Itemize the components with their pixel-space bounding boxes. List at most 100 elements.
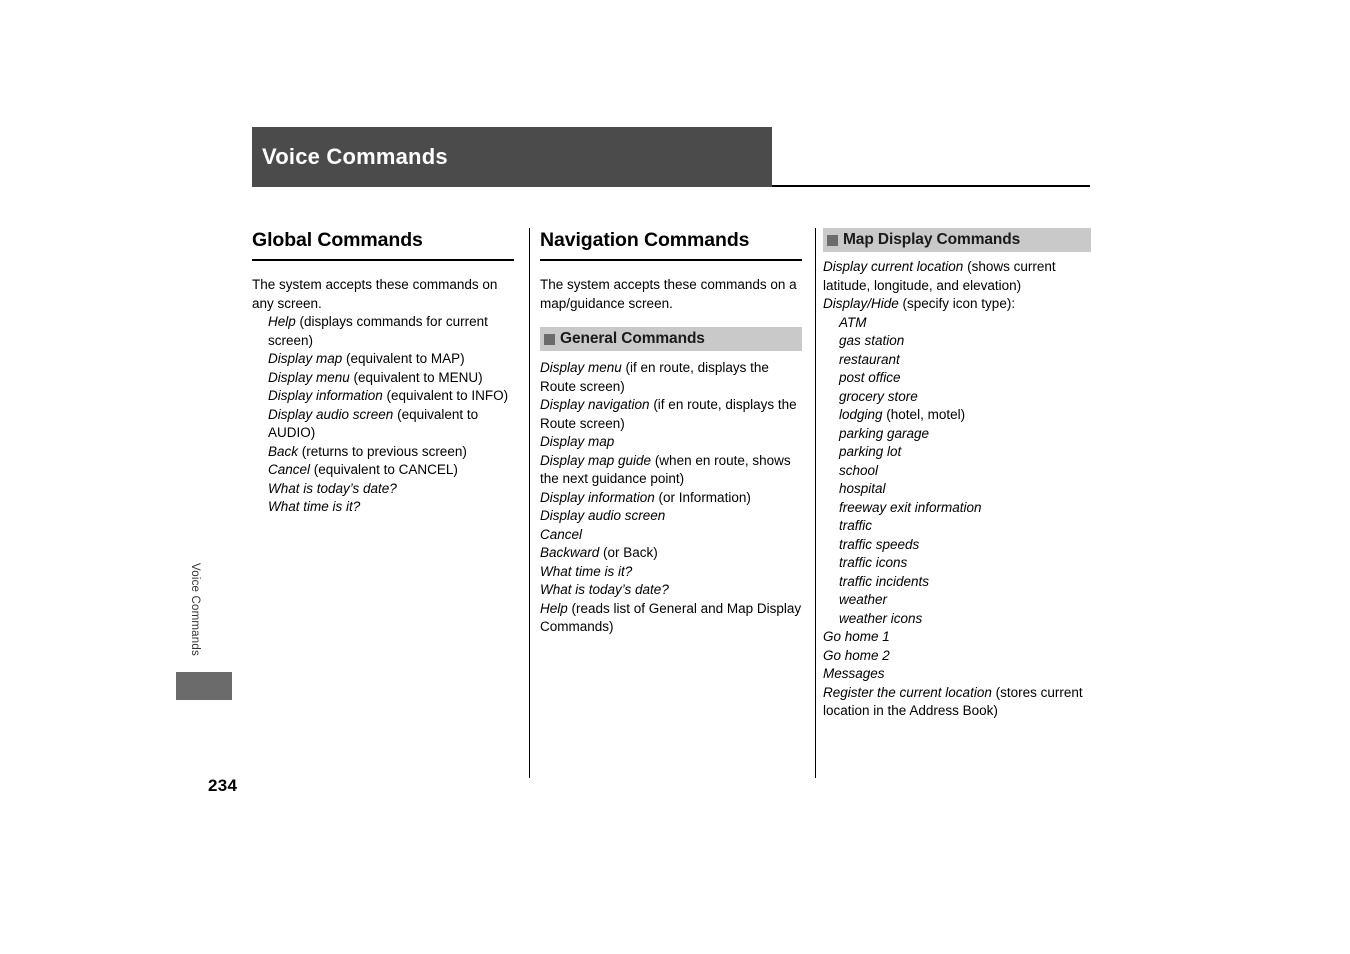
list-item: Display map — [540, 433, 802, 452]
list-item: restaurant — [839, 351, 1091, 370]
map-display-commands-section-header: Map Display Commands — [823, 228, 1091, 252]
command-term: Help — [540, 600, 568, 616]
command-term: weather icons — [839, 610, 923, 626]
list-item: Back (returns to previous screen) — [268, 443, 514, 462]
list-item: post office — [839, 369, 1091, 388]
list-item: Display current location (shows current … — [823, 258, 1091, 295]
global-commands-heading: Global Commands — [252, 229, 423, 251]
list-item: ATM — [839, 314, 1091, 333]
list-item: What time is it? — [540, 563, 802, 582]
list-item: Display audio screen — [540, 507, 802, 526]
list-item: Display/Hide (specify icon type): — [823, 295, 1091, 314]
navigation-commands-heading-rule — [540, 259, 802, 261]
command-term: Back — [268, 443, 299, 459]
list-item: Display map (equivalent to MAP) — [268, 350, 514, 369]
command-term: traffic incidents — [839, 573, 930, 589]
command-term: Display information — [540, 489, 655, 505]
column-navigation-commands: Navigation Commands The system accepts t… — [540, 228, 802, 637]
command-term: What is today’s date? — [540, 582, 669, 597]
list-item: What is today’s date? — [268, 480, 514, 499]
command-note: (reads list of General and Map Display C… — [540, 600, 802, 635]
command-term: Messages — [823, 666, 885, 681]
command-term: ATM — [839, 314, 867, 330]
command-note: (equivalent to CANCEL) — [310, 462, 458, 477]
list-item: grocery store — [839, 388, 1091, 407]
command-term: traffic — [839, 518, 873, 533]
list-item: hospital — [839, 480, 1091, 499]
command-note: (or Back) — [599, 545, 658, 560]
list-item: What time is it? — [268, 498, 514, 517]
command-term: freeway exit information — [839, 499, 982, 515]
list-item: Display information (equivalent to INFO) — [268, 387, 514, 406]
list-item: school — [839, 462, 1091, 481]
square-bullet-icon — [544, 333, 555, 345]
running-head-label: Voice Commands — [189, 563, 201, 656]
column-map-display-commands: Map Display Commands Display current loc… — [823, 228, 1091, 721]
list-item: Go home 1 — [823, 628, 1091, 647]
page-number: 234 — [208, 776, 238, 795]
command-term: What is today’s date? — [268, 480, 397, 496]
list-item: Cancel (equivalent to CANCEL) — [268, 461, 514, 480]
command-term: Go home 1 — [823, 629, 890, 644]
command-term: Display audio screen — [540, 508, 666, 523]
section-tab-marker — [176, 672, 232, 700]
map-display-commands-section-title: Map Display Commands — [843, 231, 1021, 248]
list-item: traffic incidents — [839, 573, 1091, 592]
list-item: Backward (or Back) — [540, 544, 802, 563]
list-item: gas station — [839, 332, 1091, 351]
command-term: grocery store — [839, 388, 918, 404]
column-divider-2 — [815, 228, 816, 778]
command-term: gas station — [839, 333, 905, 348]
list-item: Display map guide (when en route, shows … — [540, 452, 802, 489]
list-item: Help (displays commands for current scre… — [268, 313, 514, 350]
list-item: weather — [839, 591, 1091, 610]
command-term: What time is it? — [540, 563, 633, 579]
list-item: traffic — [839, 517, 1091, 536]
list-item: Display navigation (if en route, display… — [540, 396, 802, 433]
command-note: (or Information) — [654, 489, 751, 505]
command-term: weather — [839, 592, 888, 607]
global-commands-list: Help (displays commands for current scre… — [268, 313, 514, 517]
command-term: Display/Hide — [823, 296, 899, 311]
command-term: parking garage — [839, 425, 930, 441]
command-note: (equivalent to INFO) — [382, 388, 509, 403]
global-commands-intro: The system accepts these commands on any… — [252, 277, 498, 311]
list-item: Display information (or Information) — [540, 489, 802, 508]
command-term: Display audio screen — [268, 406, 394, 422]
command-term: Display map guide — [540, 452, 652, 468]
command-term: Display menu — [268, 369, 350, 385]
command-term: hospital — [839, 481, 886, 496]
list-item: Register the current location (stores cu… — [823, 684, 1091, 721]
command-term: Register the current location — [823, 684, 992, 700]
command-term: restaurant — [839, 351, 900, 367]
command-term: school — [839, 462, 879, 478]
list-item: weather icons — [839, 610, 1091, 629]
command-term: Help — [268, 314, 296, 329]
command-term: traffic speeds — [839, 536, 920, 552]
command-term: Cancel — [540, 526, 583, 542]
column-divider-1 — [529, 228, 530, 778]
command-term: lodging — [839, 407, 883, 422]
general-commands-list: Display menu (if en route, displays the … — [540, 359, 802, 637]
command-term: Display map — [268, 351, 343, 366]
command-term: parking lot — [839, 444, 902, 459]
command-term: Cancel — [268, 462, 311, 477]
list-item: What is today’s date? — [540, 581, 802, 600]
navigation-commands-heading: Navigation Commands — [540, 229, 750, 251]
page-title: Voice Commands — [262, 144, 448, 169]
command-note: (specify icon type): — [898, 296, 1016, 311]
command-term: Display information — [268, 388, 383, 403]
document-page: Voice Commands Voice Commands 234 Global… — [0, 0, 1350, 954]
column-global-commands: Global Commands The system accepts these… — [252, 228, 514, 517]
list-item: Cancel — [540, 526, 802, 545]
list-item: Display audio screen (equivalent to AUDI… — [268, 406, 514, 443]
command-note: (displays commands for current screen) — [268, 314, 488, 348]
command-term: What time is it? — [268, 499, 361, 514]
list-item: traffic icons — [839, 554, 1091, 573]
list-item: lodging (hotel, motel) — [839, 406, 1091, 425]
list-item: parking garage — [839, 425, 1091, 444]
command-term: Display navigation — [540, 397, 650, 412]
general-commands-section-title: General Commands — [560, 330, 705, 347]
